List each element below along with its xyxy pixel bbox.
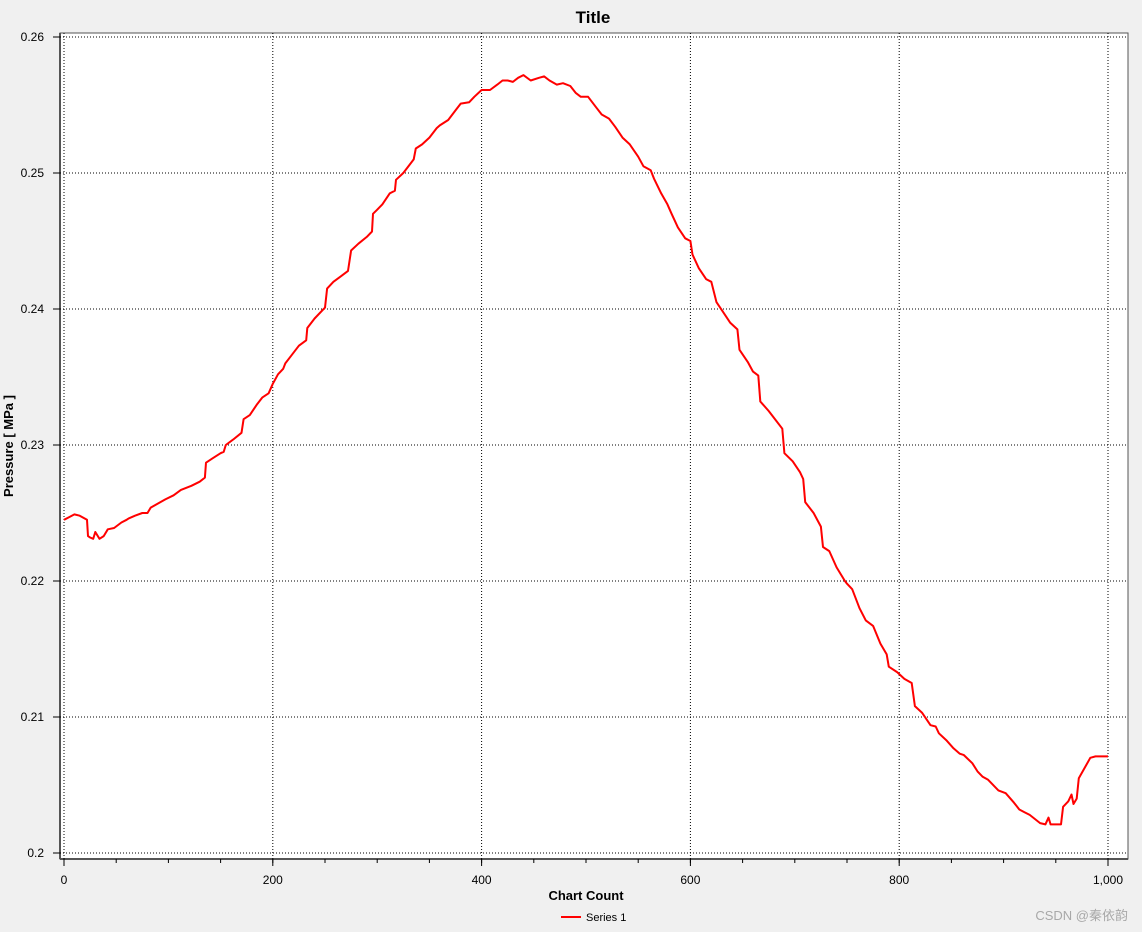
x-tick-label: 800	[889, 873, 909, 887]
x-tick-label: 0	[61, 873, 68, 887]
x-tick-label: 400	[472, 873, 492, 887]
y-tick-label: 0.24	[21, 302, 45, 316]
y-tick-label: 0.22	[21, 574, 45, 588]
x-tick-label: 200	[263, 873, 283, 887]
x-tick-label: 600	[680, 873, 700, 887]
plot-area	[59, 32, 1129, 860]
y-tick-label: 0.26	[21, 30, 45, 44]
y-axis-title: Pressure [ MPa ]	[1, 395, 16, 497]
x-axis-title: Chart Count	[548, 888, 624, 903]
y-tick-label: 0.23	[21, 438, 45, 452]
y-tick-label: 0.2	[27, 846, 44, 860]
legend-label-series-1: Series 1	[586, 912, 626, 924]
y-tick-label: 0.21	[21, 710, 45, 724]
line-chart: Title 0.2 0.21 0.22 0.23 0.24 0.25 0.26 0 200 40…	[0, 0, 1142, 932]
x-tick-label: 1,000	[1093, 873, 1123, 887]
watermark: CSDN @秦依韵	[1035, 908, 1128, 923]
y-tick-label: 0.25	[21, 166, 45, 180]
chart-title: Title	[576, 8, 611, 27]
